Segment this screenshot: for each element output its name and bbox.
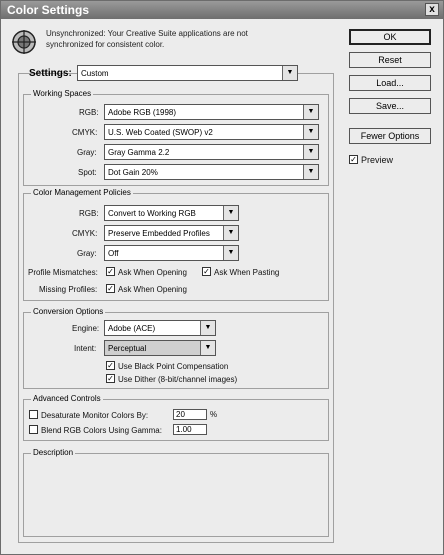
missing-profiles-label: Missing Profiles: — [39, 285, 98, 294]
engine-select[interactable]: Adobe (ACE) ▼ — [104, 320, 216, 336]
settings-value: Custom — [81, 69, 109, 78]
chevron-down-icon: ▼ — [303, 105, 318, 119]
chevron-down-icon: ▼ — [223, 246, 238, 260]
chevron-down-icon: ▼ — [223, 226, 238, 240]
advanced-title: Advanced Controls — [31, 394, 103, 403]
desaturate-checkbox[interactable] — [29, 410, 38, 419]
policy-rgb-label: RGB: — [79, 209, 99, 218]
engine-label: Engine: — [72, 324, 100, 333]
ws-spot-select[interactable]: Dot Gain 20% ▼ — [104, 164, 319, 180]
intent-label: Intent: — [74, 344, 97, 353]
engine-value: Adobe (ACE) — [108, 324, 156, 333]
working-spaces-title: Working Spaces — [31, 89, 94, 98]
sync-status-text: Unsynchronized: Your Creative Suite appl… — [46, 28, 296, 50]
ws-cmyk-select[interactable]: U.S. Web Coated (SWOP) v2 ▼ — [104, 124, 319, 140]
chevron-down-icon: ▼ — [200, 341, 215, 355]
reset-button[interactable]: Reset — [349, 52, 431, 68]
use-dither-checkbox[interactable]: ✓ — [106, 374, 115, 383]
policy-gray-value: Off — [108, 249, 119, 258]
chevron-down-icon: ▼ — [200, 321, 215, 335]
settings-label: Settings: — [29, 68, 72, 79]
sync-status-line2: synchronized for consistent color. — [46, 40, 165, 49]
black-point-compensation-checkbox[interactable]: ✓ — [106, 361, 115, 370]
chevron-down-icon: ▼ — [282, 66, 297, 80]
close-icon[interactable]: x — [425, 3, 439, 16]
ws-rgb-label: RGB: — [79, 108, 99, 117]
ask-when-opening-missing-checkbox[interactable]: ✓ — [106, 284, 115, 293]
ws-cmyk-label: CMYK: — [72, 128, 98, 137]
ask-when-pasting-label: Ask When Pasting — [214, 268, 280, 277]
ws-gray-select[interactable]: Gray Gamma 2.2 ▼ — [104, 144, 319, 160]
blend-rgb-label: Blend RGB Colors Using Gamma: — [41, 426, 162, 435]
ws-rgb-select[interactable]: Adobe RGB (1998) ▼ — [104, 104, 319, 120]
ws-spot-label: Spot: — [78, 168, 97, 177]
ws-cmyk-value: U.S. Web Coated (SWOP) v2 — [108, 128, 213, 137]
policy-cmyk-value: Preserve Embedded Profiles — [108, 229, 210, 238]
intent-value: Perceptual — [108, 344, 147, 353]
blend-rgb-checkbox[interactable] — [29, 425, 38, 434]
blend-rgb-input[interactable]: 1.00 — [173, 424, 207, 435]
policy-rgb-select[interactable]: Convert to Working RGB ▼ — [104, 205, 239, 221]
window-title: Color Settings — [7, 3, 90, 17]
ok-button[interactable]: OK — [349, 29, 431, 45]
chevron-down-icon: ▼ — [223, 206, 238, 220]
use-dither-label: Use Dither (8-bit/channel images) — [118, 375, 238, 384]
policy-rgb-value: Convert to Working RGB — [108, 209, 196, 218]
ask-when-opening-missing-label: Ask When Opening — [118, 285, 187, 294]
sync-globe-icon — [12, 30, 36, 54]
description-title: Description — [31, 448, 76, 457]
preview-label: Preview — [361, 155, 394, 165]
ask-when-pasting-checkbox[interactable]: ✓ — [202, 267, 211, 276]
desaturate-input[interactable]: 20 — [173, 409, 207, 420]
policy-cmyk-label: CMYK: — [72, 229, 98, 238]
fewer-options-button[interactable]: Fewer Options — [349, 128, 431, 144]
desaturate-unit: % — [210, 410, 218, 419]
ask-when-opening-mismatch-label: Ask When Opening — [118, 268, 187, 277]
intent-select[interactable]: Perceptual ▼ — [104, 340, 216, 356]
policy-gray-select[interactable]: Off ▼ — [104, 245, 239, 261]
ws-spot-value: Dot Gain 20% — [108, 168, 158, 177]
ask-when-opening-mismatch-checkbox[interactable]: ✓ — [106, 267, 115, 276]
settings-select[interactable]: Custom ▼ — [77, 65, 298, 81]
preview-checkbox[interactable]: ✓ — [349, 155, 358, 164]
ws-gray-label: Gray: — [77, 148, 97, 157]
ws-gray-value: Gray Gamma 2.2 — [108, 148, 170, 157]
policies-title: Color Management Policies — [31, 188, 133, 197]
profile-mismatches-label: Profile Mismatches: — [28, 268, 98, 277]
description-group — [23, 453, 329, 537]
sync-status-line1: Unsynchronized: Your Creative Suite appl… — [46, 29, 248, 38]
chevron-down-icon: ▼ — [303, 145, 318, 159]
color-settings-dialog: Color Settings x Unsynchronized: Your Cr… — [0, 0, 444, 555]
load-button[interactable]: Load... — [349, 75, 431, 91]
chevron-down-icon: ▼ — [303, 165, 318, 179]
save-button[interactable]: Save... — [349, 98, 431, 114]
policy-gray-label: Gray: — [77, 249, 97, 258]
desaturate-label: Desaturate Monitor Colors By: — [41, 411, 149, 420]
ws-rgb-value: Adobe RGB (1998) — [108, 108, 177, 117]
chevron-down-icon: ▼ — [303, 125, 318, 139]
policy-cmyk-select[interactable]: Preserve Embedded Profiles ▼ — [104, 225, 239, 241]
black-point-compensation-label: Use Black Point Compensation — [118, 362, 229, 371]
conversion-title: Conversion Options — [31, 307, 106, 316]
title-bar[interactable]: Color Settings x — [1, 1, 443, 19]
